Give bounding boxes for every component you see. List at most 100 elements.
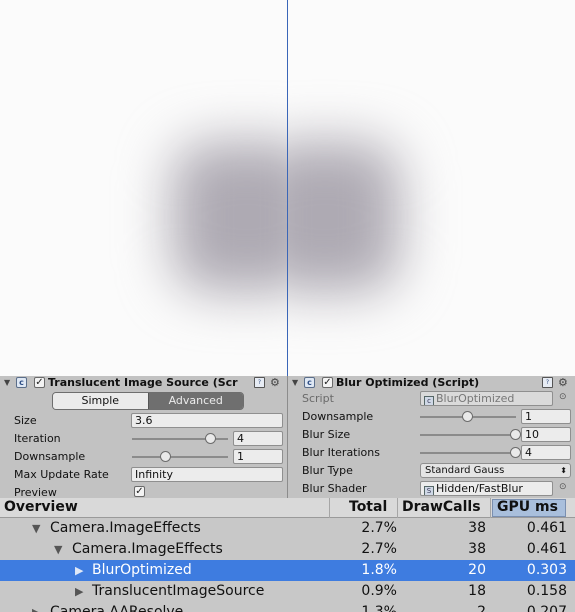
inspector-translucent-image-source: ▼ c ✓ Translucent Image Source (Scr ? ⚙ … — [0, 376, 287, 498]
column-separator — [329, 498, 330, 518]
blur-type-dropdown[interactable]: Standard Gauss ⬍ — [420, 463, 571, 478]
column-total[interactable]: Total — [349, 498, 387, 518]
component-enabled-checkbox[interactable]: ✓ — [34, 377, 45, 388]
blur-shader-field[interactable]: S Hidden/FastBlur — [420, 481, 553, 496]
script-label: Script — [302, 392, 334, 405]
profiler-header: Overview Total DrawCalls GPU ms — [0, 498, 575, 518]
blur-size-slider-track[interactable] — [420, 434, 516, 436]
blur-shader-row: Blur Shader S Hidden/FastBlur ⊙ — [288, 481, 575, 497]
profiler-hierarchy: Overview Total DrawCalls GPU ms ▼ Camera… — [0, 498, 575, 612]
table-row[interactable]: ▼ Camera.ImageEffects 2.7% 38 0.461 — [0, 518, 575, 539]
help-book-icon[interactable]: ? — [542, 377, 553, 388]
expand-triangle-icon[interactable]: ▶ — [75, 582, 83, 601]
tab-simple[interactable]: Simple — [53, 393, 148, 409]
column-separator — [397, 498, 398, 518]
iteration-slider-thumb[interactable] — [204, 433, 216, 444]
row-drawcalls: 18 — [468, 583, 486, 599]
blurred-square — [288, 142, 400, 292]
downsample-slider-track[interactable] — [132, 456, 228, 458]
component-title: Translucent Image Source (Scr — [48, 376, 238, 389]
row-gpu-ms: 0.207 — [526, 604, 567, 612]
gear-icon[interactable]: ⚙ — [270, 376, 280, 389]
component-script-icon: c — [16, 377, 27, 388]
component-title: Blur Optimized (Script) — [336, 376, 480, 389]
script-file-icon: c — [424, 396, 434, 405]
component-header: ▼ c ✓ Blur Optimized (Script) ? ⚙ — [288, 376, 575, 390]
row-total: 2.7% — [361, 541, 397, 557]
tab-advanced[interactable]: Advanced — [147, 393, 243, 409]
row-gpu-ms: 0.303 — [526, 562, 567, 578]
size-label: Size — [14, 414, 37, 427]
downsample-row: Downsample 1 — [0, 449, 287, 465]
script-field: c BlurOptimized — [420, 391, 553, 406]
downsample-slider-thumb[interactable] — [462, 411, 473, 422]
component-enabled-checkbox[interactable]: ✓ — [322, 377, 333, 388]
expand-triangle-icon[interactable]: ▶ — [75, 561, 83, 580]
row-drawcalls: 38 — [468, 520, 486, 536]
expand-triangle-icon[interactable]: ▶ — [32, 603, 40, 612]
component-script-icon: c — [304, 377, 315, 388]
column-gpu-ms[interactable]: GPU ms — [497, 498, 558, 518]
downsample-row: Downsample 1 — [288, 409, 575, 425]
blur-iterations-field[interactable]: 4 — [521, 445, 571, 460]
table-row[interactable]: ▼ Camera.ImageEffects 2.7% 38 0.461 — [0, 539, 575, 560]
blur-shader-label: Blur Shader — [302, 482, 367, 495]
mode-tabs: Simple Advanced — [52, 392, 244, 410]
blur-size-slider-thumb[interactable] — [510, 429, 521, 440]
row-gpu-ms: 0.461 — [526, 541, 567, 557]
max-update-rate-row: Max Update Rate Infinity — [0, 467, 287, 483]
blur-type-row: Blur Type Standard Gauss ⬍ — [288, 463, 575, 479]
row-name: Camera.ImageEffects — [50, 520, 201, 536]
game-view-blur-optimized — [288, 0, 575, 376]
size-field[interactable]: 3.6 — [131, 413, 283, 428]
row-drawcalls: 2 — [477, 604, 486, 612]
collapse-triangle-icon[interactable]: ▼ — [32, 519, 40, 538]
gear-icon[interactable]: ⚙ — [558, 376, 568, 389]
row-gpu-ms: 0.158 — [526, 583, 567, 599]
downsample-label: Downsample — [302, 410, 374, 423]
foldout-triangle-icon[interactable]: ▼ — [4, 378, 10, 387]
iteration-row: Iteration 4 — [0, 431, 287, 447]
column-drawcalls[interactable]: DrawCalls — [402, 498, 481, 518]
row-name: TranslucentImageSource — [92, 583, 265, 599]
iteration-field[interactable]: 4 — [233, 431, 283, 446]
downsample-field[interactable]: 1 — [521, 409, 571, 424]
blur-iterations-slider-track[interactable] — [420, 452, 516, 454]
column-overview[interactable]: Overview — [4, 498, 78, 518]
row-drawcalls: 20 — [468, 562, 486, 578]
row-drawcalls: 38 — [468, 541, 486, 557]
blur-iterations-slider-thumb[interactable] — [510, 447, 521, 458]
blur-type-value: Standard Gauss — [425, 465, 505, 476]
max-update-rate-label: Max Update Rate — [14, 468, 109, 481]
object-picker-icon[interactable]: ⊙ — [559, 482, 567, 492]
table-row[interactable]: ▶ TranslucentImageSource 0.9% 18 0.158 — [0, 581, 575, 602]
size-row: Size 3.6 — [0, 413, 287, 429]
downsample-slider-thumb[interactable] — [159, 451, 171, 462]
blur-size-label: Blur Size — [302, 428, 351, 441]
blurred-square — [172, 142, 287, 292]
blur-shader-value: Hidden/FastBlur — [436, 482, 523, 495]
foldout-triangle-icon[interactable]: ▼ — [292, 378, 298, 387]
row-total: 2.7% — [361, 520, 397, 536]
blur-type-label: Blur Type — [302, 464, 353, 477]
dropdown-arrows-icon: ⬍ — [560, 466, 567, 475]
preview-checkbox[interactable]: ✓ — [134, 486, 145, 497]
downsample-field[interactable]: 1 — [233, 449, 283, 464]
row-name: BlurOptimized — [92, 562, 192, 578]
row-total: 1.8% — [361, 562, 397, 578]
help-book-icon[interactable]: ? — [254, 377, 265, 388]
blur-iterations-row: Blur Iterations 4 — [288, 445, 575, 461]
downsample-label: Downsample — [14, 450, 86, 463]
table-row-selected[interactable]: ▶ BlurOptimized 1.8% 20 0.303 — [0, 560, 575, 581]
row-name: Camera.ImageEffects — [72, 541, 223, 557]
collapse-triangle-icon[interactable]: ▼ — [54, 540, 62, 559]
column-separator — [490, 498, 491, 518]
max-update-rate-field[interactable]: Infinity — [131, 467, 283, 482]
blur-size-field[interactable]: 10 — [521, 427, 571, 442]
preview-row: Preview ✓ — [0, 485, 287, 498]
blur-iterations-label: Blur Iterations — [302, 446, 380, 459]
script-row: Script c BlurOptimized ⊙ — [288, 391, 575, 407]
preview-label: Preview — [14, 486, 57, 498]
table-row[interactable]: ▶ Camera.AAResolve 1.3% 2 0.207 — [0, 602, 575, 612]
blur-size-row: Blur Size 10 — [288, 427, 575, 443]
